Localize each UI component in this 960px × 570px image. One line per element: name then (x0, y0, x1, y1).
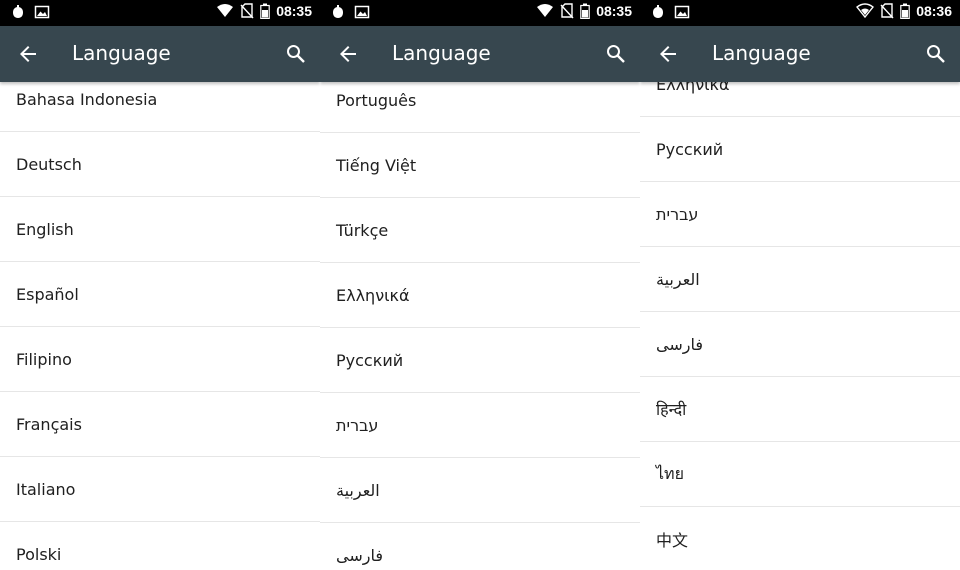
language-label: Ελληνικά (336, 285, 410, 305)
language-item[interactable]: Tiếng Việt (320, 133, 640, 198)
language-label: Español (16, 284, 79, 304)
app-bar: Language (0, 26, 320, 82)
language-label: العربية (336, 480, 380, 500)
status-bar: 08:35 (320, 0, 640, 26)
gallery-icon (674, 4, 690, 20)
language-label: Русский (656, 139, 724, 159)
language-item[interactable]: فارسی (640, 312, 960, 377)
language-item[interactable]: Filipino (0, 327, 320, 392)
language-item[interactable]: Português (320, 82, 640, 133)
battery-icon (580, 3, 590, 19)
language-item[interactable]: Español (0, 262, 320, 327)
arrow-back-icon[interactable] (336, 42, 360, 66)
language-list: Ελληνικά Русский עברית العربية فارسی हिन… (640, 82, 960, 570)
language-label: Italiano (16, 479, 76, 499)
search-icon[interactable] (924, 42, 948, 66)
notification-icon (650, 4, 666, 20)
language-screen-1: 08:35 Language Bahasa Indonesia Deutsch … (0, 0, 320, 570)
language-item[interactable]: العربية (640, 247, 960, 312)
page-title: Language (72, 41, 171, 65)
search-icon[interactable] (284, 42, 308, 66)
screens-container: 08:35 Language Bahasa Indonesia Deutsch … (0, 0, 960, 570)
language-label: Türkçe (336, 220, 389, 240)
language-label: 中文 (656, 531, 689, 550)
language-label: Polski (16, 544, 62, 564)
language-item[interactable]: Русский (320, 328, 640, 393)
language-item[interactable]: Ελληνικά (320, 263, 640, 328)
language-item[interactable]: Ελληνικά (640, 82, 960, 117)
status-time: 08:35 (596, 3, 632, 19)
language-item[interactable]: עברית (640, 182, 960, 247)
language-label: Русский (336, 350, 404, 370)
language-screen-2: 08:35 Language Português Tiếng Việt Türk… (320, 0, 640, 570)
language-item[interactable]: Français (0, 392, 320, 457)
page-title: Language (712, 41, 811, 65)
language-label: English (16, 219, 74, 239)
language-list: Bahasa Indonesia Deutsch English Español… (0, 82, 320, 570)
no-sim-icon (560, 3, 574, 19)
language-label: Deutsch (16, 154, 82, 174)
language-label: Filipino (16, 349, 72, 369)
battery-icon (260, 3, 270, 19)
no-sim-icon (880, 3, 894, 19)
language-label: فارسی (336, 545, 383, 565)
language-label: فارسی (656, 334, 703, 354)
language-item[interactable]: Bahasa Indonesia (0, 82, 320, 132)
language-item[interactable]: Türkçe (320, 198, 640, 263)
language-label: עברית (656, 204, 699, 224)
app-bar: Language (640, 26, 960, 82)
wifi-icon (536, 3, 554, 19)
search-icon[interactable] (604, 42, 628, 66)
language-label: עברית (336, 415, 379, 435)
status-bar: 08:35 (0, 0, 320, 26)
language-item[interactable]: עברית (320, 393, 640, 458)
status-time: 08:36 (916, 3, 952, 19)
language-label: हिन्दी (656, 400, 687, 419)
language-item[interactable]: Italiano (0, 457, 320, 522)
notification-icon (330, 4, 346, 20)
wifi-icon (856, 3, 875, 19)
language-label: Bahasa Indonesia (16, 89, 158, 109)
page-title: Language (392, 41, 491, 65)
language-item[interactable]: English (0, 197, 320, 262)
language-item[interactable]: Русский (640, 117, 960, 182)
notification-icon (10, 4, 26, 20)
arrow-back-icon[interactable] (656, 42, 680, 66)
language-label: Tiếng Việt (336, 155, 417, 175)
language-item[interactable]: Polski (0, 522, 320, 570)
battery-icon (900, 3, 910, 19)
language-item[interactable]: فارسی (320, 523, 640, 570)
language-item[interactable]: Deutsch (0, 132, 320, 197)
language-list: Português Tiếng Việt Türkçe Ελληνικά Рус… (320, 82, 640, 570)
language-item[interactable]: العربية (320, 458, 640, 523)
no-sim-icon (240, 3, 254, 19)
gallery-icon (34, 4, 50, 20)
language-screen-3: 08:36 Language Ελληνικά Русский עברית ال… (640, 0, 960, 570)
app-bar: Language (320, 26, 640, 82)
gallery-icon (354, 4, 370, 20)
language-label: Français (16, 414, 82, 434)
language-item[interactable]: हिन्दी (640, 377, 960, 442)
language-label: ไทย (656, 463, 684, 483)
language-item[interactable]: 中文 (640, 507, 960, 570)
wifi-icon (216, 3, 234, 19)
language-label: Ελληνικά (656, 82, 730, 94)
arrow-back-icon[interactable] (16, 42, 40, 66)
status-time: 08:35 (276, 3, 312, 19)
status-bar: 08:36 (640, 0, 960, 26)
language-item[interactable]: ไทย (640, 442, 960, 507)
language-label: Português (336, 90, 417, 110)
language-label: العربية (656, 269, 700, 289)
